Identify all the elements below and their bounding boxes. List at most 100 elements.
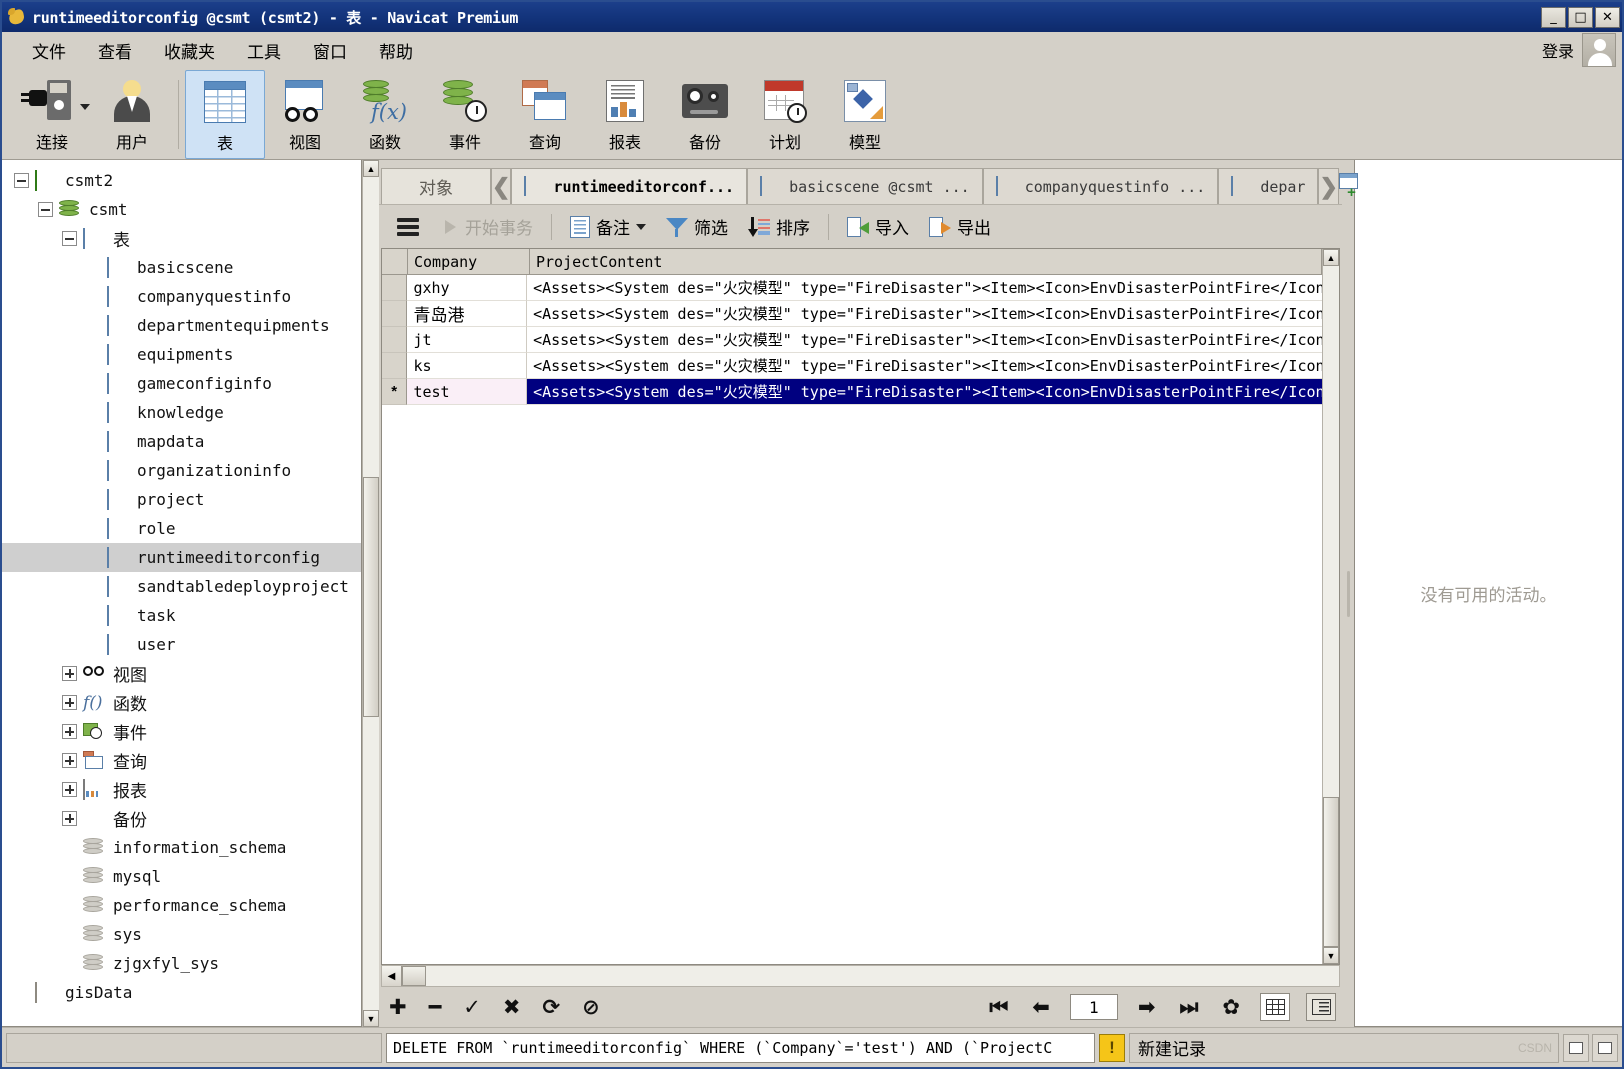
tree-item-equipments[interactable]: equipments (2, 340, 361, 369)
toolbar-backup[interactable]: 备份 (665, 70, 745, 159)
sql-statement-text[interactable]: DELETE FROM `runtimeeditorconfig` WHERE … (386, 1032, 1095, 1063)
tab-scroll-left-icon[interactable]: ❮ (491, 168, 512, 204)
refresh-button[interactable]: ⟳ (538, 996, 564, 1018)
cell-company[interactable]: jt (407, 327, 528, 353)
tree-item-mapdata[interactable]: mapdata (2, 427, 361, 456)
toolbar-query[interactable]: 查询 (505, 70, 585, 159)
toolbar-event[interactable]: 事件 (425, 70, 505, 159)
tree-item-performance_schema[interactable]: performance_schema (2, 891, 361, 920)
menu-favorites[interactable]: 收藏夹 (148, 36, 231, 65)
table-row[interactable]: 青岛港 <Assets><System des="火灾模型" type="Fire… (382, 301, 1322, 327)
cell-projectcontent[interactable]: <Assets><System des="火灾模型" type="FireDis… (527, 327, 1322, 353)
page-number-input[interactable]: 1 (1069, 994, 1118, 1020)
tree-item-user[interactable]: user (2, 630, 361, 659)
column-header-company[interactable]: Company (408, 249, 530, 274)
tree-item-runtimeeditorconfig[interactable]: runtimeeditorconfig (2, 543, 361, 572)
cell-company[interactable]: gxhy (407, 275, 528, 301)
expand-icon[interactable] (62, 724, 77, 739)
tree-item-departmentequipments[interactable]: departmentequipments (2, 311, 361, 340)
tree-item-information_schema[interactable]: information_schema (2, 833, 361, 862)
table-row[interactable]: jt <Assets><System des="火灾模型" type="FireD… (382, 327, 1322, 353)
row-selector[interactable] (382, 301, 408, 327)
tree-item-csmt[interactable]: csmt (2, 195, 361, 224)
status-icon-2[interactable] (1592, 1033, 1618, 1062)
hscroll-thumb[interactable] (402, 966, 426, 986)
expand-icon[interactable] (62, 666, 77, 681)
add-record-button[interactable]: ✚ (385, 996, 411, 1018)
toolbar-table[interactable]: 表 (185, 70, 265, 159)
menu-tools[interactable]: 工具 (231, 36, 297, 65)
sidebar-scroll-thumb[interactable] (363, 477, 379, 717)
first-page-button[interactable]: ⏮ (985, 996, 1012, 1018)
row-selector[interactable] (382, 353, 408, 379)
tree-item-role[interactable]: role (2, 514, 361, 543)
tree-item-organizationinfo[interactable]: organizationinfo (2, 456, 361, 485)
status-icon-1[interactable] (1563, 1033, 1589, 1062)
expand-icon[interactable] (62, 695, 77, 710)
grid-view-button[interactable] (1260, 993, 1290, 1021)
collapse-icon[interactable] (14, 173, 29, 188)
tab-objects[interactable]: 对象 (381, 168, 491, 204)
filter-button[interactable]: 筛选 (658, 210, 736, 243)
maximize-button[interactable]: □ (1568, 6, 1593, 28)
form-view-button[interactable] (1306, 993, 1336, 1021)
tree-item--[interactable]: 事件 (2, 717, 361, 746)
tree-item-companyquestinfo[interactable]: companyquestinfo (2, 282, 361, 311)
row-selector[interactable]: * (382, 379, 408, 405)
note-button[interactable]: 备注 (562, 210, 654, 243)
cell-company[interactable]: test (407, 379, 528, 405)
object-tree[interactable]: csmt2 csmt 表 basicscene companyquestinfo depa… (2, 160, 361, 1026)
export-button[interactable]: 导出 (921, 210, 999, 243)
next-page-button[interactable]: ➡ (1134, 996, 1160, 1018)
tree-item--[interactable]: 视图 (2, 659, 361, 688)
tree-item-basicscene[interactable]: basicscene (2, 253, 361, 282)
menu-help[interactable]: 帮助 (363, 36, 429, 65)
avatar[interactable] (1582, 33, 1616, 67)
apply-change-button[interactable]: ✓ (459, 996, 485, 1018)
tab-runtimeeditorconfig[interactable]: runtimeeditorconf... (511, 168, 748, 204)
tree-item-knowledge[interactable]: knowledge (2, 398, 361, 427)
toolbar-report[interactable]: 报表 (585, 70, 665, 159)
tree-item--[interactable]: 备份 (2, 804, 361, 833)
close-button[interactable]: ✕ (1595, 6, 1620, 28)
tab-basicscene[interactable]: basicscene @csmt ... (747, 168, 983, 204)
sidebar-scroll-track[interactable] (363, 177, 379, 1010)
table-row[interactable]: ks <Assets><System des="火灾模型" type="FireD… (382, 353, 1322, 379)
chevron-down-icon[interactable] (636, 223, 646, 230)
toolbar-schedule[interactable]: 计划 (745, 70, 825, 159)
toolbar-user[interactable]: 用户 (92, 70, 172, 159)
menu-view[interactable]: 查看 (82, 36, 148, 65)
panel-splitter[interactable] (1342, 160, 1354, 1027)
tab-companyquestinfo[interactable]: companyquestinfo ... (982, 168, 1219, 204)
warning-icon[interactable]: ! (1099, 1033, 1125, 1062)
tab-departmentequipments[interactable]: depar (1218, 168, 1319, 204)
expand-icon[interactable] (62, 753, 77, 768)
expand-icon[interactable] (62, 811, 77, 826)
tree-item-task[interactable]: task (2, 601, 361, 630)
grid-vertical-scrollbar[interactable]: ▲ ▼ (1322, 249, 1339, 964)
sort-button[interactable]: 排序 (740, 210, 818, 243)
begin-transaction-button[interactable]: 开始事务 (433, 210, 541, 243)
tree-item-sys[interactable]: sys (2, 920, 361, 949)
tab-scroll-right-icon[interactable]: ❯ (1318, 168, 1339, 204)
sidebar-scrollbar[interactable]: ▲ ▼ (362, 160, 379, 1027)
tree-item-zjgxfyl_sys[interactable]: zjgxfyl_sys (2, 949, 361, 978)
table-row[interactable]: * test <Assets><System des="火灾模型" type="Fi… (382, 379, 1322, 405)
tree-item-project[interactable]: project (2, 485, 361, 514)
delete-record-button[interactable]: ━ (425, 996, 446, 1018)
row-selector[interactable] (382, 327, 408, 353)
grid-corner-cell[interactable] (382, 249, 408, 274)
scroll-up-icon[interactable]: ▲ (1323, 249, 1339, 266)
tree-item-gameconfiginfo[interactable]: gameconfiginfo (2, 369, 361, 398)
tree-item-mysql[interactable]: mysql (2, 862, 361, 891)
table-row[interactable]: gxhy <Assets><System des="火灾模型" type="Fir… (382, 275, 1322, 301)
menu-hamburger-icon[interactable] (387, 217, 429, 236)
scroll-down-icon[interactable]: ▼ (363, 1010, 379, 1027)
import-button[interactable]: 导入 (839, 210, 917, 243)
grid-body[interactable]: gxhy <Assets><System des="火灾模型" type="Fir… (382, 275, 1322, 964)
cell-projectcontent[interactable]: <Assets><System des="火灾模型" type="FireDis… (527, 301, 1322, 327)
scroll-down-icon[interactable]: ▼ (1323, 947, 1339, 964)
cell-company[interactable]: ks (407, 353, 528, 379)
settings-gear-icon[interactable]: ✿ (1218, 996, 1244, 1018)
tree-item--[interactable]: 查询 (2, 746, 361, 775)
